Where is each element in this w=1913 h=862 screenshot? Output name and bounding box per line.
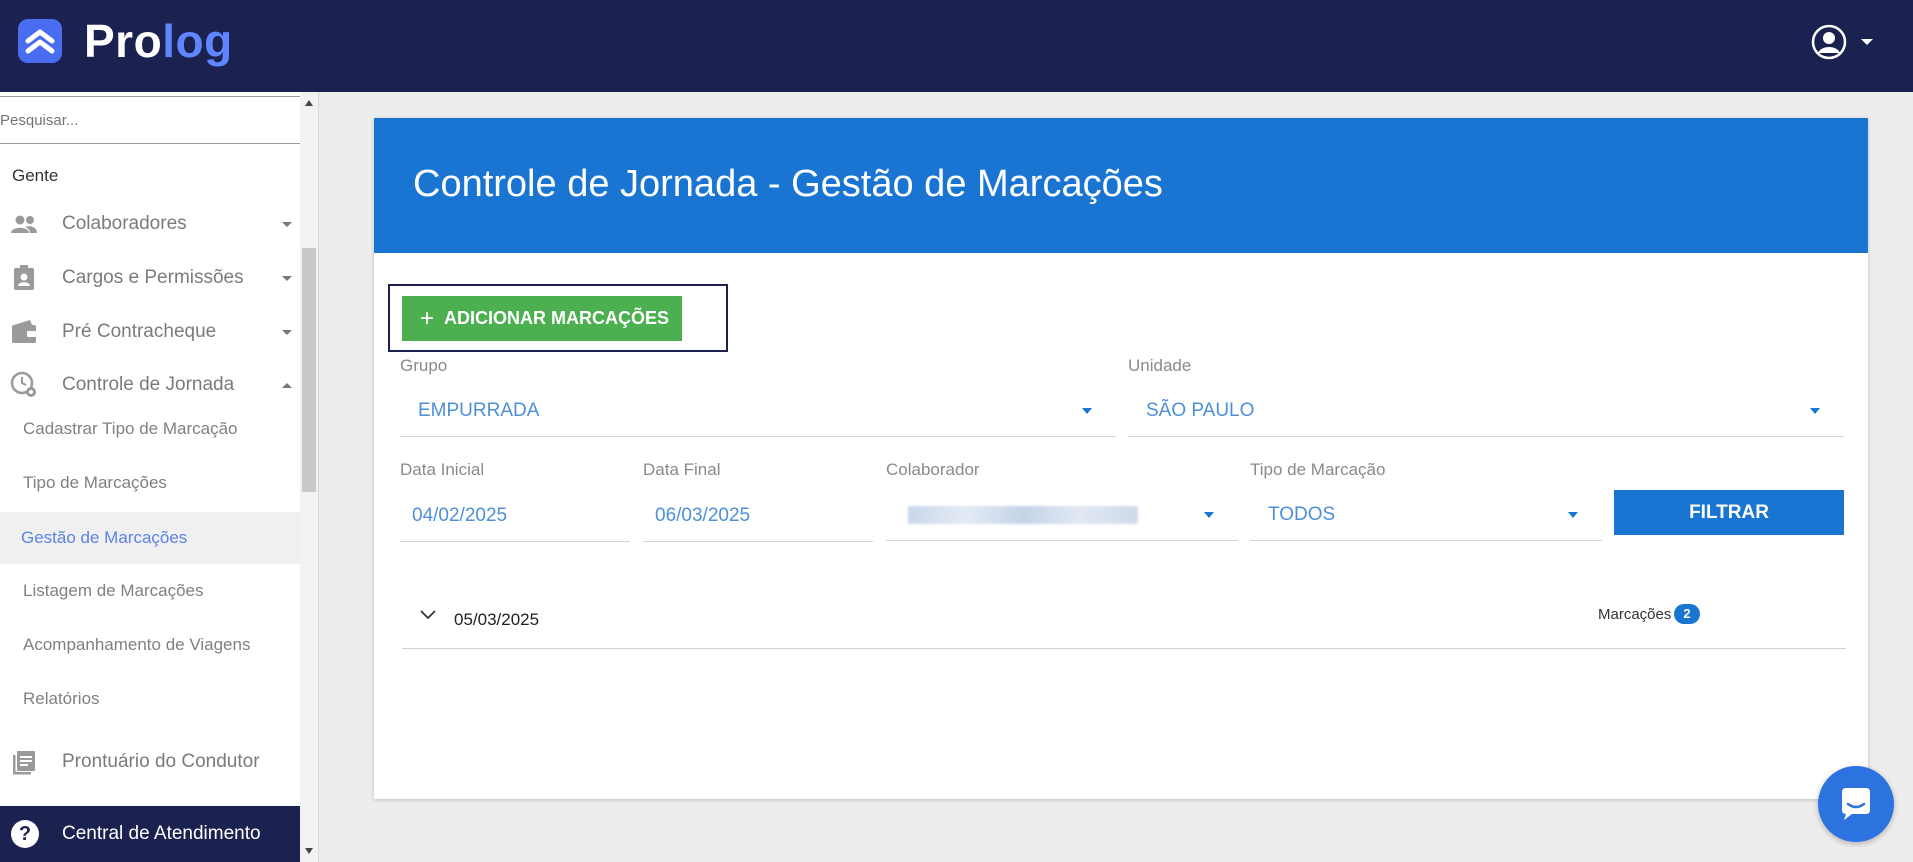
top-bar: Prolog xyxy=(0,0,1913,92)
sidebar-item-prontuario[interactable]: Prontuário do Condutor xyxy=(0,738,300,786)
scroll-down-icon[interactable] xyxy=(305,848,313,854)
count-badge: 2 xyxy=(1674,604,1700,624)
marcacoes-group-row[interactable]: 05/03/2025 Marcações 2 xyxy=(402,592,1846,649)
wallet-icon xyxy=(12,320,36,343)
tipo-marcacao-select[interactable]: TODOS xyxy=(1250,490,1602,541)
add-marcacoes-button[interactable]: ADICIONAR MARCAÇÕES xyxy=(402,296,682,341)
dropdown-arrow-icon xyxy=(1204,512,1214,518)
dropdown-arrow-icon xyxy=(1810,408,1820,414)
colaborador-label: Colaborador xyxy=(886,460,980,479)
chevron-up-icon xyxy=(282,382,292,388)
chevron-down-icon xyxy=(282,221,292,227)
page-title: Controle de Jornada - Gestão de Marcaçõe… xyxy=(413,163,1163,205)
dropdown-arrow-icon xyxy=(1568,512,1578,518)
scroll-thumb[interactable] xyxy=(302,248,316,492)
help-icon: ? xyxy=(11,820,39,848)
sidebar-search xyxy=(0,96,308,144)
sidebar-sub-listagem-marcacoes[interactable]: Listagem de Marcações xyxy=(0,565,300,617)
sidebar-item-cargos[interactable]: Cargos e Permissões xyxy=(0,254,300,302)
logo-mark-icon xyxy=(18,19,62,63)
help-center-button[interactable]: ? Central de Atendimento xyxy=(0,806,310,862)
chevron-down-icon xyxy=(1861,39,1873,45)
sidebar-item-pre-contracheque[interactable]: Pré Contracheque xyxy=(0,308,300,356)
unidade-select[interactable]: SÃO PAULO xyxy=(1128,386,1844,437)
data-inicial-input[interactable]: 04/02/2025 xyxy=(400,491,630,542)
data-inicial-label: Data Inicial xyxy=(400,460,485,479)
sidebar-item-colaboradores[interactable]: Colaboradores xyxy=(0,200,300,248)
redacted-value xyxy=(908,506,1138,524)
data-final-label: Data Final xyxy=(643,460,721,479)
unidade-label: Unidade xyxy=(1128,356,1192,375)
chevron-down-icon xyxy=(282,329,292,335)
sidebar-sub-gestao-marcacoes[interactable]: Gestão de Marcações xyxy=(0,512,300,564)
badge-icon xyxy=(14,265,34,290)
grupo-label: Grupo xyxy=(400,356,448,375)
main-card: Controle de Jornada - Gestão de Marcaçõe… xyxy=(374,118,1868,799)
sidebar-sub-relatorios[interactable]: Relatórios xyxy=(0,673,300,725)
sidebar-item-controle-jornada[interactable]: Controle de Jornada xyxy=(0,361,300,409)
chevron-down-icon[interactable] xyxy=(420,610,436,620)
grupo-select[interactable]: EMPURRADA xyxy=(400,386,1116,437)
logo-text: Prolog xyxy=(84,15,233,67)
people-icon xyxy=(11,215,37,233)
scroll-up-icon[interactable] xyxy=(305,100,313,106)
sidebar-scrollbar[interactable] xyxy=(300,92,318,862)
book-icon xyxy=(13,751,35,775)
chat-icon xyxy=(1842,788,1870,820)
tipo-marcacao-label: Tipo de Marcação xyxy=(1250,460,1386,479)
search-input[interactable] xyxy=(0,97,307,143)
account-circle-icon xyxy=(1811,24,1847,60)
card-header: Controle de Jornada - Gestão de Marcaçõe… xyxy=(374,118,1868,253)
clock-settings-icon xyxy=(10,371,36,397)
dropdown-arrow-icon xyxy=(1082,408,1092,414)
section-title: Gente xyxy=(12,166,59,185)
plus-icon: + xyxy=(420,305,435,332)
prolog-logo[interactable]: Prolog xyxy=(18,16,233,66)
sidebar-sub-tipo-marcacoes[interactable]: Tipo de Marcações xyxy=(0,457,300,509)
filtrar-button[interactable]: FILTRAR xyxy=(1614,490,1844,535)
sidebar-sub-acompanhamento-viagens[interactable]: Acompanhamento de Viagens xyxy=(0,619,300,671)
data-final-input[interactable]: 06/03/2025 xyxy=(643,491,873,542)
colaborador-select[interactable] xyxy=(886,490,1238,541)
chat-button[interactable] xyxy=(1818,766,1894,842)
chevron-down-icon xyxy=(282,275,292,281)
user-menu[interactable] xyxy=(1811,24,1873,60)
sidebar: Gente Colaboradores Cargos e Permissões … xyxy=(0,92,319,862)
sidebar-sub-cadastrar-tipo[interactable]: Cadastrar Tipo de Marcação xyxy=(0,403,300,455)
